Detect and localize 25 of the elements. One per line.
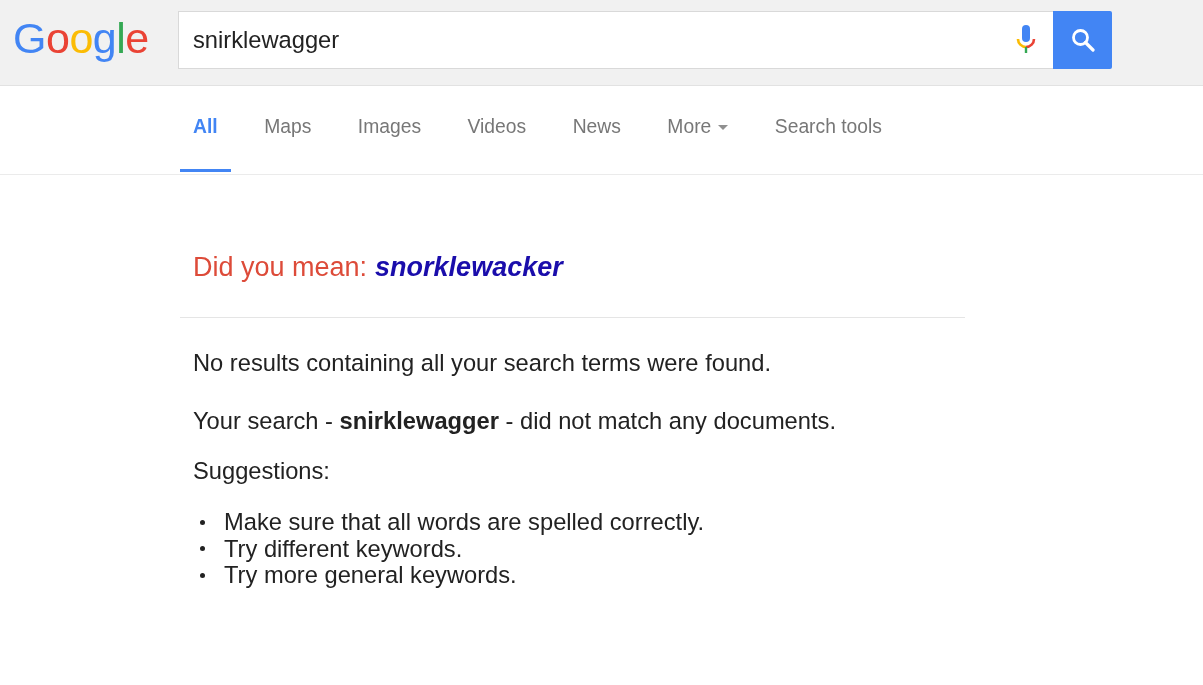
suggestion-text: Try more general keywords. [224,562,517,589]
search-input[interactable]: snirklewagger [193,25,1006,55]
search-button[interactable] [1053,11,1112,69]
caret-icon [718,125,729,130]
no-results-message: No results containing all your search terms were found. [192,349,772,377]
tab[interactable]: News [559,86,634,172]
suggestion-text: Try different keywords. [224,535,463,562]
tab[interactable]: Search tools [761,86,895,172]
microphone-icon[interactable] [1016,25,1036,55]
tab[interactable]: All [180,86,231,172]
google-logo[interactable]: Google [13,13,163,63]
tab[interactable]: Videos [454,86,540,172]
bullet-icon [200,572,205,578]
tab[interactable]: Images [344,86,435,172]
suggestions-heading: Suggestions: [192,457,331,485]
suggested-query-link[interactable]: snorklewacker [375,252,563,282]
bullet-icon [200,519,205,525]
did-you-mean-label: Did you mean: [193,252,368,282]
tab[interactable]: Maps [251,86,325,172]
tab[interactable]: More [654,86,742,172]
search-detail-message: Your search - snirklewagger - did not match any documents. [192,407,837,435]
search-field[interactable]: snirklewagger [178,11,1053,69]
search-icon [1070,28,1095,52]
suggestion-text: Make sure that all words are spelled correctly. [224,509,705,536]
bullet-icon [200,546,205,552]
